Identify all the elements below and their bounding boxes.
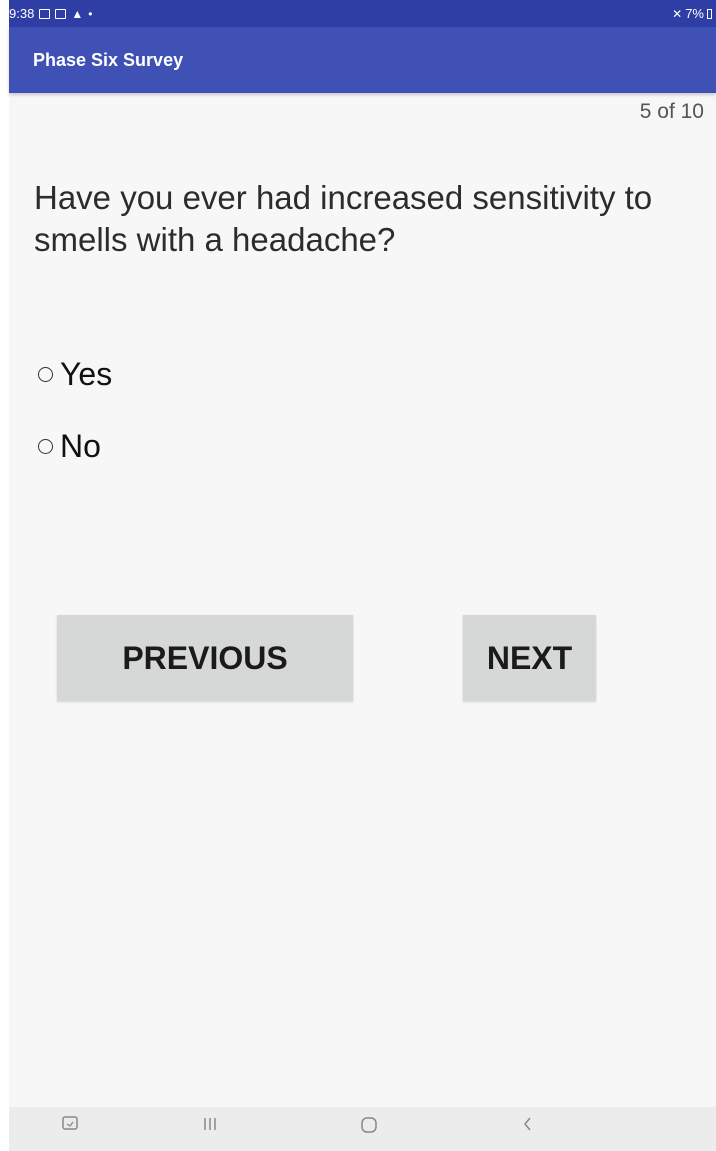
app-screen: 9:38 ▲ • ✕ 7% Phase Six Survey 5 of 10 H… bbox=[9, 0, 716, 1151]
image-icon bbox=[55, 8, 67, 19]
battery-icon bbox=[707, 8, 712, 19]
battery-text: 7% bbox=[685, 6, 704, 21]
option-yes[interactable]: Yes bbox=[38, 356, 112, 393]
gallery-icon bbox=[39, 8, 51, 19]
option-label: No bbox=[60, 428, 101, 464]
dot-icon: • bbox=[88, 6, 93, 21]
recents-icon[interactable] bbox=[201, 1115, 219, 1139]
question-text: Have you ever had increased sensitivity … bbox=[34, 179, 653, 258]
radio-button-icon[interactable] bbox=[38, 439, 53, 454]
question-counter: 5 of 10 bbox=[639, 100, 704, 123]
option-label: Yes bbox=[60, 356, 113, 392]
home-icon[interactable] bbox=[359, 1115, 379, 1141]
previous-button[interactable]: PREVIOUS bbox=[57, 615, 353, 701]
radio-button-icon[interactable] bbox=[38, 367, 53, 382]
app-bar: Phase Six Survey bbox=[9, 27, 716, 93]
app-title: Phase Six Survey bbox=[33, 49, 184, 70]
back-icon[interactable] bbox=[519, 1115, 537, 1139]
next-button[interactable]: NEXT bbox=[463, 615, 596, 701]
status-time: 9:38 bbox=[9, 6, 35, 21]
system-nav-bar bbox=[9, 1107, 716, 1151]
option-no[interactable]: No bbox=[38, 428, 101, 465]
warning-icon: ▲ bbox=[71, 6, 84, 21]
screenshot-icon[interactable] bbox=[61, 1115, 79, 1139]
mute-icon: ✕ bbox=[672, 6, 683, 21]
status-bar: 9:38 ▲ • ✕ 7% bbox=[9, 0, 716, 27]
